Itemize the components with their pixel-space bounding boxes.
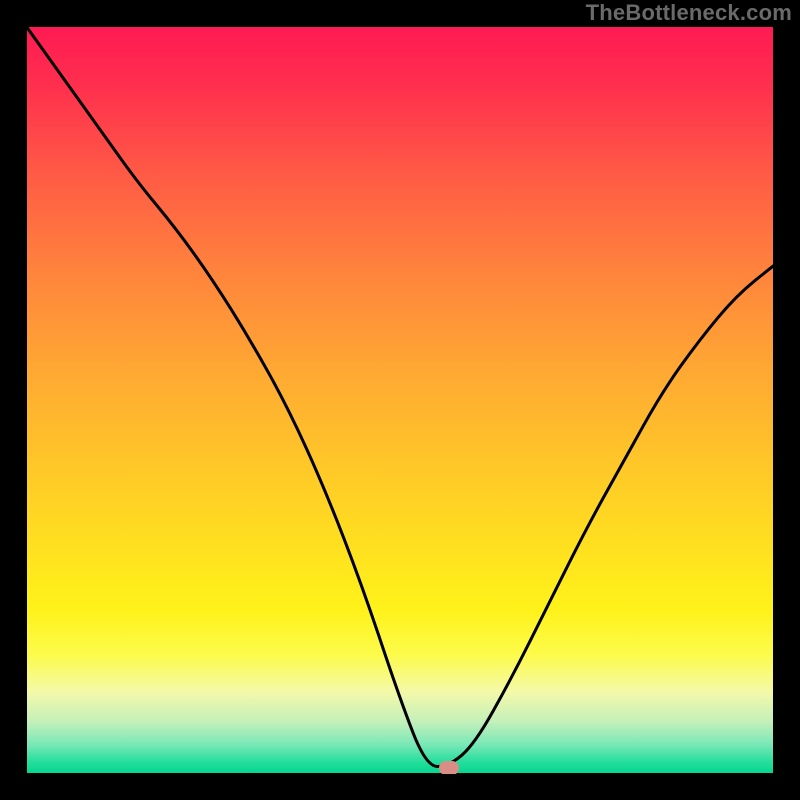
- watermark-text: TheBottleneck.com: [586, 0, 792, 26]
- curve-layer: [26, 26, 774, 774]
- plot-area: [26, 26, 774, 774]
- chart-frame: TheBottleneck.com: [0, 0, 800, 800]
- bottleneck-curve: [26, 26, 774, 767]
- optimal-marker: [439, 761, 459, 774]
